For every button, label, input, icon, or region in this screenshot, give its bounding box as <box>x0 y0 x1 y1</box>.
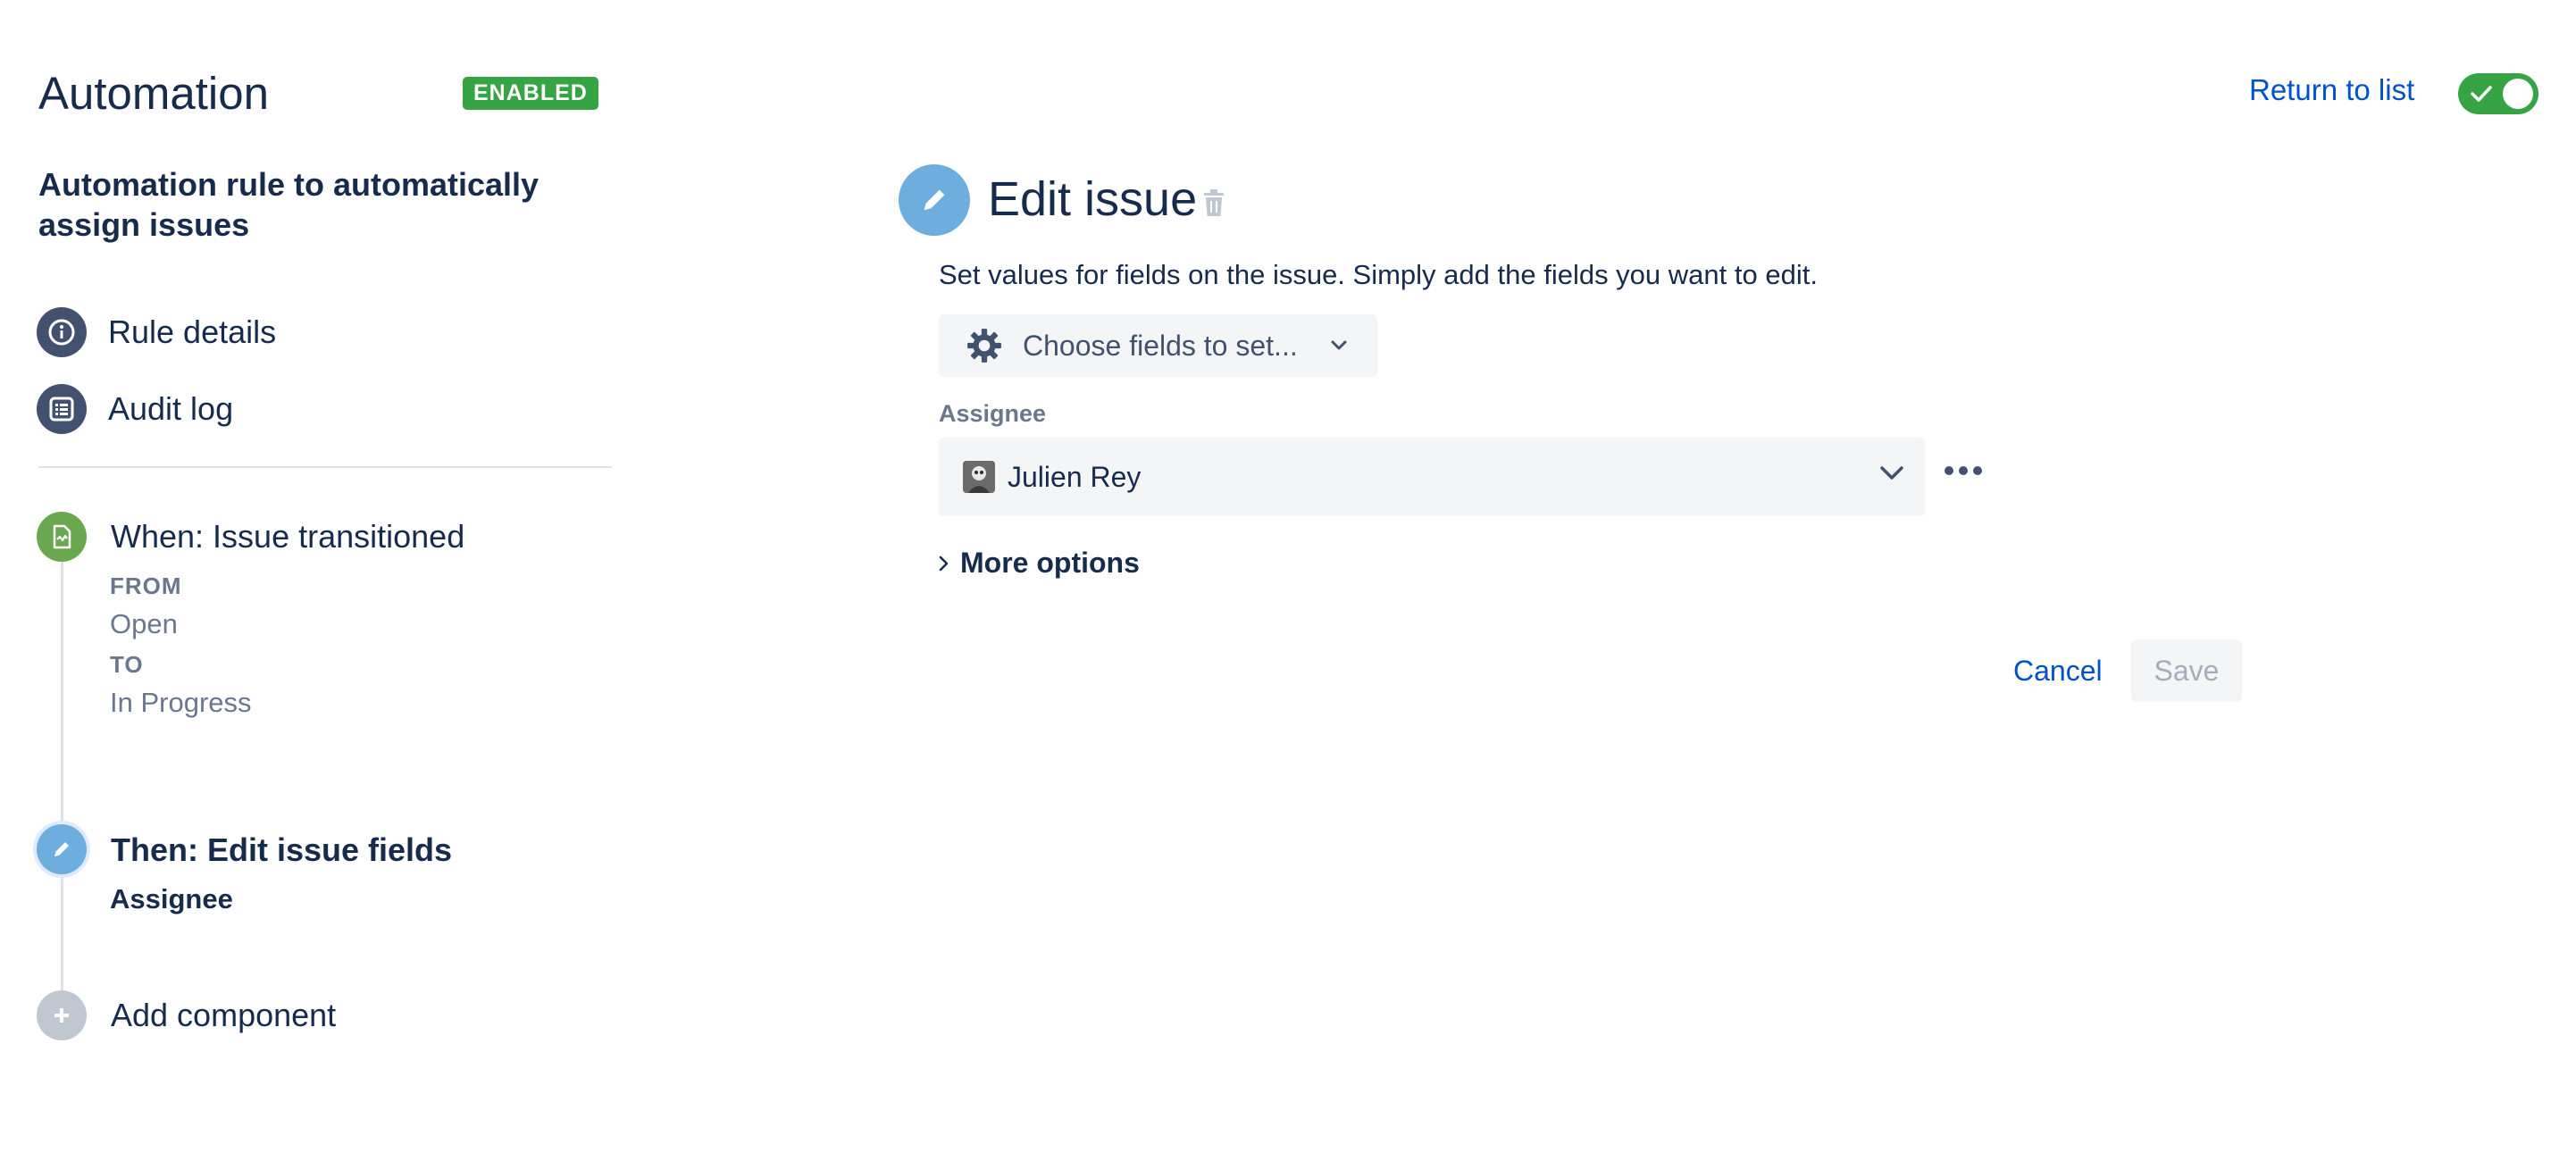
cancel-button[interactable]: Cancel <box>1994 639 2122 702</box>
nav-item-label: Rule details <box>108 313 277 350</box>
plus-icon <box>37 990 87 1040</box>
trigger-from-label: FROM <box>110 572 182 599</box>
choose-fields-button[interactable]: Choose fields to set... <box>939 314 1377 377</box>
more-options-label: More options <box>960 547 1140 579</box>
gear-icon <box>967 329 1001 363</box>
editor-title: Edit issue <box>988 172 1198 226</box>
trigger-to-label: TO <box>110 651 144 678</box>
action-step[interactable] <box>37 824 87 874</box>
pencil-icon <box>37 824 87 874</box>
chevron-right-icon <box>939 555 949 571</box>
action-subtitle: Assignee <box>110 883 233 915</box>
trigger-title[interactable]: When: Issue transitioned <box>111 518 464 555</box>
assignee-value: Julien Rey <box>1008 460 1142 493</box>
assignee-select[interactable]: Julien Rey <box>939 438 1925 516</box>
status-badge: ENABLED <box>463 77 598 110</box>
trigger-from-value: Open <box>110 608 178 639</box>
avatar <box>963 461 995 493</box>
more-actions-icon[interactable] <box>1944 464 1983 481</box>
return-to-list-link[interactable]: Return to list <box>2249 73 2414 107</box>
assignee-field-label: Assignee <box>939 400 1047 427</box>
chevron-down-icon <box>1331 340 1347 350</box>
save-button[interactable]: Save <box>2131 639 2242 702</box>
timeline-line <box>61 554 63 1018</box>
toggle-knob <box>2503 79 2533 109</box>
rule-enabled-toggle[interactable] <box>2458 73 2538 114</box>
trash-icon[interactable] <box>1202 189 1225 222</box>
nav-rule-details[interactable]: Rule details <box>37 306 276 358</box>
more-options-toggle[interactable]: More options <box>939 547 1140 580</box>
trigger-icon <box>37 512 87 562</box>
pencil-icon <box>899 164 970 236</box>
trigger-step[interactable] <box>37 512 87 562</box>
info-icon <box>37 307 87 357</box>
add-component-label[interactable]: Add component <box>111 997 336 1034</box>
action-title[interactable]: Then: Edit issue fields <box>111 831 452 869</box>
list-icon <box>37 384 87 434</box>
chevron-down-icon <box>1880 466 1903 480</box>
editor-description: Set values for fields on the issue. Simp… <box>939 259 1818 290</box>
check-icon <box>2471 86 2492 102</box>
nav-item-label: Audit log <box>108 390 234 427</box>
divider <box>38 466 612 468</box>
trigger-to-value: In Progress <box>110 687 252 718</box>
rule-name: Automation rule to automatically assign … <box>38 166 539 243</box>
nav-audit-log[interactable]: Audit log <box>37 383 233 435</box>
choose-fields-label: Choose fields to set... <box>1023 329 1298 362</box>
page-title: Automation <box>38 68 269 119</box>
add-component-button[interactable] <box>37 990 87 1040</box>
